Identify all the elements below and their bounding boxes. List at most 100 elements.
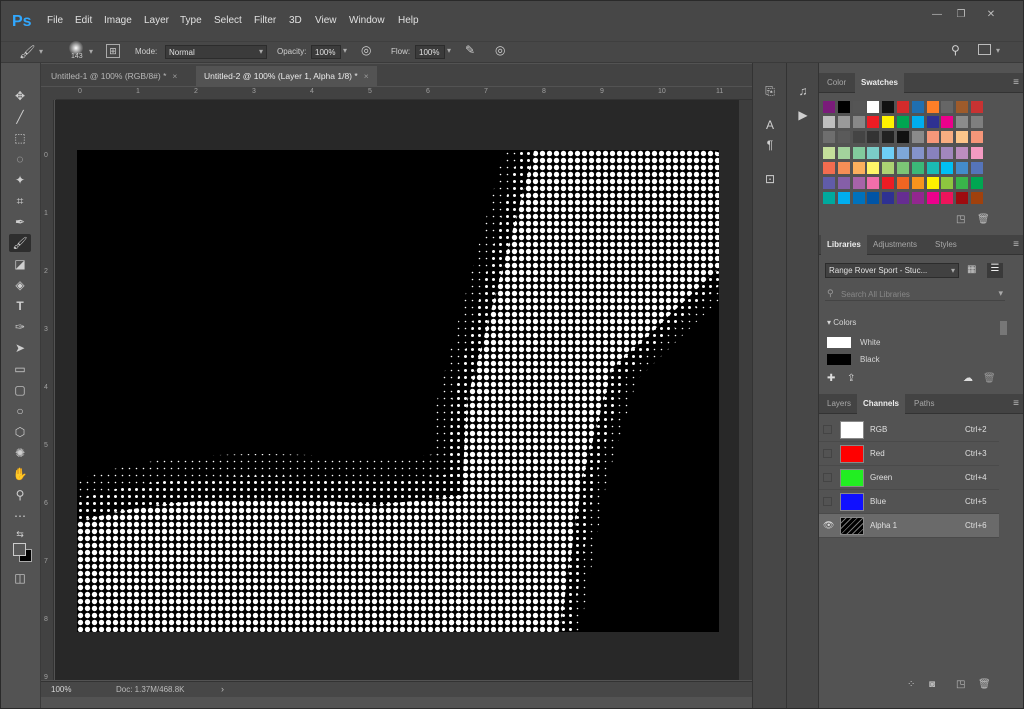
swatch[interactable] <box>971 101 983 113</box>
swatch[interactable] <box>911 146 924 159</box>
library-color-white[interactable] <box>827 337 851 348</box>
rectangle-tool-icon[interactable]: ▭ <box>9 360 31 378</box>
polygon-tool-icon[interactable]: ⬡ <box>9 423 31 441</box>
workspace-icon[interactable] <box>978 44 991 55</box>
custom-shape-tool-icon[interactable]: ✺ <box>9 444 31 462</box>
channel-row-rgb[interactable]: RGB Ctrl+2 <box>819 418 999 442</box>
swatch[interactable] <box>852 146 865 159</box>
menu-filter[interactable]: Filter <box>254 15 276 29</box>
swatch[interactable] <box>897 131 909 144</box>
menu-type[interactable]: Type <box>180 15 202 29</box>
restore-button[interactable]: ❐ <box>951 9 971 23</box>
trash-icon[interactable]: 🗑 <box>983 373 996 384</box>
tab-libraries[interactable]: Libraries <box>821 235 867 255</box>
swatch[interactable] <box>823 131 835 144</box>
paragraph-panel-icon[interactable]: ¶ <box>759 135 781 155</box>
swatch[interactable] <box>941 146 954 159</box>
swatch[interactable] <box>941 161 954 174</box>
zoom-level[interactable]: 100% <box>51 685 71 694</box>
swatch[interactable] <box>941 177 954 189</box>
swatch[interactable] <box>971 146 983 159</box>
swatch[interactable] <box>867 161 880 174</box>
navigator-panel-icon[interactable]: ⊡ <box>759 169 781 189</box>
swatch[interactable] <box>941 192 954 205</box>
channel-row-blue[interactable]: Blue Ctrl+5 <box>819 490 999 514</box>
swap-colors-icon[interactable]: ⇆ <box>9 525 31 543</box>
creative-cloud-icon[interactable]: ☁ <box>963 373 973 384</box>
channel-row-green[interactable]: Green Ctrl+4 <box>819 466 999 490</box>
swatch[interactable] <box>823 101 835 113</box>
trash-icon[interactable]: 🗑 <box>977 214 990 225</box>
foreground-color-swatch[interactable] <box>13 543 26 556</box>
swatch[interactable] <box>956 146 969 159</box>
swatch[interactable] <box>956 116 969 129</box>
swatch[interactable] <box>956 177 969 189</box>
menu-3d[interactable]: 3D <box>289 15 302 29</box>
swatch[interactable] <box>837 116 850 129</box>
swatch[interactable] <box>823 161 835 174</box>
document-canvas[interactable] <box>77 150 719 632</box>
brush-panel-toggle-icon[interactable]: ⊞ <box>106 44 120 58</box>
zoom-tool-icon[interactable]: ⚲ <box>9 486 31 504</box>
rounded-rectangle-tool-icon[interactable]: ▢ <box>9 381 31 399</box>
swatch[interactable] <box>971 177 983 189</box>
library-search-field[interactable]: ⚲ Search All Libraries ▾ <box>825 287 1005 301</box>
grid-view-icon[interactable]: ▦ <box>967 264 976 275</box>
tab-paths[interactable]: Paths <box>908 394 940 414</box>
swatch[interactable] <box>837 161 850 174</box>
swatch[interactable] <box>852 116 865 129</box>
character-panel-icon[interactable]: A <box>759 115 781 135</box>
swatch[interactable] <box>882 177 895 189</box>
lasso-tool-icon[interactable]: ◌ <box>9 150 31 168</box>
swatch[interactable] <box>971 131 983 144</box>
library-color-black[interactable] <box>827 354 851 365</box>
swatch[interactable] <box>911 131 924 144</box>
mode-select[interactable]: Normal ▾ <box>165 45 267 59</box>
swatch[interactable] <box>897 177 909 189</box>
swatch[interactable] <box>823 116 835 129</box>
close-icon[interactable]: × <box>364 71 369 81</box>
swatch[interactable] <box>867 192 880 205</box>
colors-section[interactable]: ▾ Colors <box>827 318 856 327</box>
channel-row-red[interactable]: Red Ctrl+3 <box>819 442 999 466</box>
swatch[interactable] <box>911 177 924 189</box>
swatch[interactable] <box>867 177 880 189</box>
opacity-chevron-icon[interactable]: ▾ <box>343 46 347 55</box>
swatch[interactable] <box>926 192 939 205</box>
history-panel-icon[interactable]: ⎘ <box>759 81 781 101</box>
play-icon[interactable]: ▶ <box>792 105 814 125</box>
magic-wand-tool-icon[interactable]: ✦ <box>9 171 31 189</box>
flow-chevron-icon[interactable]: ▾ <box>447 46 451 55</box>
visibility-toggle[interactable] <box>823 497 832 506</box>
menu-view[interactable]: View <box>315 15 337 29</box>
swatch[interactable] <box>911 161 924 174</box>
swatch[interactable] <box>956 161 969 174</box>
menu-window[interactable]: Window <box>349 15 385 29</box>
swatch[interactable] <box>911 101 924 113</box>
swatch[interactable] <box>882 131 895 144</box>
brush-tool-preset-icon[interactable]: 🖌 <box>19 44 36 60</box>
ellipse-tool-icon[interactable]: ○ <box>9 402 31 420</box>
minimize-button[interactable]: — <box>927 9 947 23</box>
swatch[interactable] <box>897 101 909 113</box>
tab-untitled-1[interactable]: Untitled-1 @ 100% (RGB/8#) * × <box>43 66 185 86</box>
brush-picker-chevron-icon[interactable]: ▾ <box>89 47 93 56</box>
search-icon[interactable]: ⚲ <box>951 43 960 57</box>
swatch[interactable] <box>971 192 983 205</box>
tab-untitled-2[interactable]: Untitled-2 @ 100% (Layer 1, Alpha 1/8) *… <box>196 66 377 86</box>
swatch[interactable] <box>867 131 880 144</box>
visibility-toggle[interactable] <box>823 449 832 458</box>
swatch[interactable] <box>882 116 895 129</box>
swatch[interactable] <box>911 192 924 205</box>
swatch[interactable] <box>823 177 835 189</box>
pen-tool-icon[interactable]: ✑ <box>9 318 31 336</box>
load-selection-icon[interactable]: ⁘ <box>907 679 915 690</box>
chevron-down-icon[interactable]: ▾ <box>39 47 43 56</box>
swatch[interactable] <box>823 146 835 159</box>
swatch[interactable] <box>971 116 983 129</box>
new-channel-icon[interactable]: ◳ <box>956 679 965 690</box>
swatch[interactable] <box>897 161 909 174</box>
swatch[interactable] <box>941 116 954 129</box>
ruler-corner[interactable] <box>41 87 56 100</box>
swatch[interactable] <box>852 101 865 113</box>
